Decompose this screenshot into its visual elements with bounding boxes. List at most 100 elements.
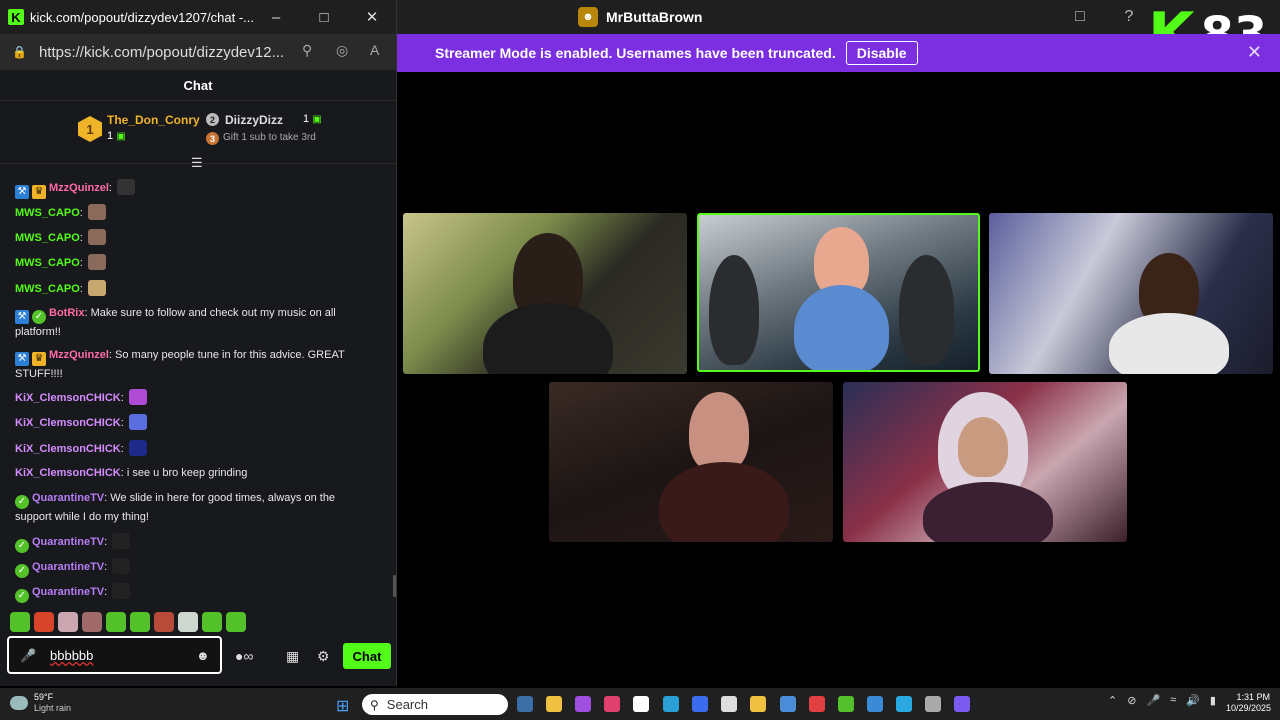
- taskbar-app-icon[interactable]: [633, 696, 649, 712]
- kick-points-icon[interactable]: ●∞: [235, 648, 253, 664]
- quick-emote[interactable]: [58, 612, 78, 632]
- tracking-prevention-icon[interactable]: ◎: [336, 42, 348, 59]
- chat-username[interactable]: KiX_ClemsonCHICK: [15, 417, 121, 429]
- microphone-tray-icon[interactable]: 🎤: [1146, 694, 1160, 707]
- chat-username[interactable]: MWS_CAPO: [15, 207, 80, 219]
- taskbar-app-icon[interactable]: [604, 696, 620, 712]
- microphone-icon[interactable]: 🎤: [20, 648, 36, 664]
- taskbar-app-icon[interactable]: [750, 696, 766, 712]
- chat-emote[interactable]: [112, 558, 131, 574]
- rank-1-count-value: 1: [107, 130, 114, 142]
- taskbar-clock[interactable]: 1:31 PM 10/29/2025: [1226, 692, 1271, 714]
- help-icon[interactable]: ?: [1119, 7, 1139, 27]
- quick-emote[interactable]: [226, 612, 246, 632]
- camera-off-icon[interactable]: ⊘: [1127, 694, 1136, 707]
- chat-username[interactable]: MWS_CAPO: [15, 232, 80, 244]
- chat-send-button[interactable]: Chat: [343, 643, 391, 669]
- video-tile-3[interactable]: [989, 213, 1273, 374]
- quick-emote[interactable]: [202, 612, 222, 632]
- taskbar-search[interactable]: ⚲ Search: [362, 694, 508, 715]
- chat-emote[interactable]: [128, 389, 147, 405]
- chat-emote[interactable]: [112, 583, 131, 599]
- chat-colon: :: [79, 207, 86, 219]
- taskbar-app-icon[interactable]: [517, 696, 533, 712]
- chat-messages: ⚒ ♛ MzzQuinzel: MWS_CAPO: MWS_CAPO: MWS_CA…: [0, 170, 392, 603]
- weather-widget[interactable]: 59°F Light rain: [10, 692, 71, 714]
- chat-emote[interactable]: [87, 280, 106, 296]
- video-tile-4[interactable]: [549, 382, 833, 542]
- taskbar-app-icon[interactable]: [663, 696, 679, 712]
- video-tile-2-active[interactable]: [697, 213, 980, 372]
- chat-emote[interactable]: [117, 179, 136, 195]
- quick-emote[interactable]: [106, 612, 126, 632]
- weather-icon: [10, 696, 28, 710]
- taskbar-app-icon[interactable]: [954, 696, 970, 712]
- chat-filter-icon[interactable]: ☰: [191, 155, 203, 171]
- volume-icon[interactable]: 🔊: [1186, 694, 1200, 707]
- chat-emote[interactable]: [128, 414, 147, 430]
- start-menu-icon[interactable]: ⊞: [336, 696, 349, 716]
- url-text[interactable]: https://kick.com/popout/dizzydev12...: [39, 44, 284, 61]
- chat-username[interactable]: KiX_ClemsonCHICK: [15, 467, 121, 479]
- chat-message: ✓ QuarantineTV:: [15, 583, 365, 603]
- quick-emote[interactable]: [154, 612, 174, 632]
- disable-streamer-mode-button[interactable]: Disable: [845, 41, 918, 65]
- rank-1-username[interactable]: The_Don_Conry: [107, 113, 200, 127]
- quick-emote[interactable]: [130, 612, 150, 632]
- rank-2-username[interactable]: DiizzyDizz: [225, 113, 283, 127]
- quick-emote[interactable]: [178, 612, 198, 632]
- video-tile-1[interactable]: [403, 213, 687, 374]
- chat-username[interactable]: QuarantineTV: [32, 561, 104, 573]
- taskbar-app-icon[interactable]: [575, 696, 591, 712]
- taskbar-app-icon[interactable]: [896, 696, 912, 712]
- chat-emote[interactable]: [87, 229, 106, 245]
- chat-username[interactable]: QuarantineTV: [32, 536, 104, 548]
- chat-username[interactable]: QuarantineTV: [32, 586, 104, 598]
- battery-icon[interactable]: ▮: [1210, 694, 1216, 707]
- store-icon[interactable]: ▦: [286, 648, 299, 665]
- taskbar-app-icon[interactable]: [925, 696, 941, 712]
- chat-input-value[interactable]: bbbbbb: [50, 648, 93, 663]
- chat-scrollbar[interactable]: [393, 575, 396, 597]
- chat-input[interactable]: [7, 636, 222, 674]
- chat-username[interactable]: KiX_ClemsonCHICK: [15, 443, 121, 455]
- taskbar-app-icon[interactable]: [692, 696, 708, 712]
- quick-emote[interactable]: [34, 612, 54, 632]
- screen-capture-icon[interactable]: □: [1070, 7, 1090, 27]
- chevron-up-icon[interactable]: ⌃: [1108, 694, 1117, 707]
- quick-emote[interactable]: [82, 612, 102, 632]
- zoom-icon[interactable]: ⚲: [302, 42, 312, 59]
- verified-badge-icon: ✓: [32, 310, 46, 324]
- read-aloud-icon[interactable]: A: [370, 42, 379, 58]
- chat-emote[interactable]: [128, 440, 147, 456]
- chat-username[interactable]: KiX_ClemsonCHICK: [15, 392, 121, 404]
- wifi-icon[interactable]: ≈: [1170, 694, 1176, 707]
- chat-emote[interactable]: [87, 204, 106, 220]
- chat-header: Chat: [0, 70, 396, 101]
- taskbar-app-icon[interactable]: [546, 696, 562, 712]
- emoji-icon[interactable]: ☻: [196, 648, 210, 663]
- minimize-icon[interactable]: –: [266, 7, 286, 27]
- taskbar-app-icon[interactable]: [780, 696, 796, 712]
- chat-username[interactable]: MzzQuinzel: [49, 349, 109, 361]
- taskbar-app-icon[interactable]: [867, 696, 883, 712]
- close-icon[interactable]: ✕: [362, 7, 382, 27]
- settings-gear-icon[interactable]: ⚙: [317, 648, 330, 665]
- chat-username[interactable]: MzzQuinzel: [49, 182, 109, 194]
- weather-condition: Light rain: [34, 703, 72, 713]
- video-tile-5[interactable]: [843, 382, 1127, 542]
- chat-emote[interactable]: [87, 254, 106, 270]
- maximize-icon[interactable]: □: [314, 7, 334, 27]
- taskbar-app-icon[interactable]: [721, 696, 737, 712]
- chat-username[interactable]: MWS_CAPO: [15, 283, 80, 295]
- taskbar-app-icon[interactable]: [838, 696, 854, 712]
- chat-username[interactable]: MWS_CAPO: [15, 257, 80, 269]
- close-banner-icon[interactable]: ✕: [1247, 42, 1262, 63]
- chat-username[interactable]: BotRix: [49, 307, 84, 319]
- chat-emote[interactable]: [112, 533, 131, 549]
- mod-badge-icon: ⚒: [15, 310, 29, 324]
- quick-emote[interactable]: [10, 612, 30, 632]
- taskbar-app-icon[interactable]: [809, 696, 825, 712]
- chat-username[interactable]: QuarantineTV: [32, 492, 104, 504]
- chat-message: MWS_CAPO:: [15, 204, 365, 222]
